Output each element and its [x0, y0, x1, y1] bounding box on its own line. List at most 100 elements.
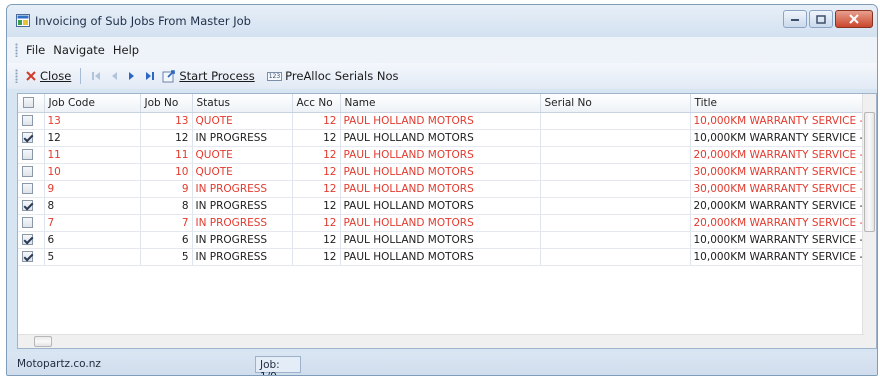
- cell-status[interactable]: IN PROGRESS: [192, 180, 293, 198]
- cell-job-no[interactable]: 7: [140, 214, 193, 232]
- cell-acc-no[interactable]: 12: [292, 146, 341, 164]
- cell-acc-no[interactable]: 12: [292, 214, 341, 232]
- table-row[interactable]: 12 12 IN PROGRESS 12 PAUL HOLLAND MOTORS 10,0…: [18, 129, 865, 147]
- cell-serial-no[interactable]: [540, 214, 691, 232]
- table-row[interactable]: 11 11 QUOTE 12 PAUL HOLLAND MOTORS 20,000KM W…: [18, 146, 865, 164]
- header-name[interactable]: Name: [340, 94, 541, 113]
- cell-job-code[interactable]: 10: [44, 163, 141, 181]
- jobs-grid[interactable]: Job Code Job No Status Acc No Name Seria…: [17, 93, 877, 349]
- menu-help[interactable]: Help: [109, 43, 143, 57]
- row-checkbox[interactable]: [22, 166, 33, 177]
- cell-job-no[interactable]: 6: [140, 231, 193, 249]
- cell-name[interactable]: PAUL HOLLAND MOTORS: [340, 214, 541, 232]
- table-row[interactable]: 5 5 IN PROGRESS 12 PAUL HOLLAND MOTORS 10,000…: [18, 248, 865, 266]
- row-select-cell[interactable]: [18, 180, 45, 198]
- cell-job-code[interactable]: 9: [44, 180, 141, 198]
- cell-acc-no[interactable]: 12: [292, 197, 341, 215]
- cell-title[interactable]: 20,000KM WARRANTY SERVICE - ...: [690, 146, 865, 164]
- cell-job-no[interactable]: 8: [140, 197, 193, 215]
- cell-title[interactable]: 20,000KM WARRANTY SERVICE - ...: [690, 214, 865, 232]
- cell-serial-no[interactable]: [540, 231, 691, 249]
- header-title[interactable]: Title: [690, 94, 865, 113]
- header-job-no[interactable]: Job No: [140, 94, 193, 113]
- cell-job-no[interactable]: 11: [140, 146, 193, 164]
- row-checkbox[interactable]: [22, 234, 33, 245]
- cell-status[interactable]: IN PROGRESS: [192, 214, 293, 232]
- cell-title[interactable]: 30,000KM WARRANTY SERVICE - ...: [690, 163, 865, 181]
- cell-status[interactable]: QUOTE: [192, 146, 293, 164]
- row-select-cell[interactable]: [18, 112, 45, 130]
- select-all-header[interactable]: [18, 94, 45, 113]
- maximize-button[interactable]: [809, 10, 833, 28]
- table-row[interactable]: 10 10 QUOTE 12 PAUL HOLLAND MOTORS 30,000KM W…: [18, 163, 865, 181]
- row-select-cell[interactable]: [18, 214, 45, 232]
- table-row[interactable]: 9 9 IN PROGRESS 12 PAUL HOLLAND MOTORS 30,000…: [18, 180, 865, 198]
- cell-acc-no[interactable]: 12: [292, 163, 341, 181]
- prev-record-button[interactable]: [105, 66, 123, 86]
- row-select-cell[interactable]: [18, 248, 45, 266]
- cell-name[interactable]: PAUL HOLLAND MOTORS: [340, 248, 541, 266]
- cell-job-code[interactable]: 5: [44, 248, 141, 266]
- row-checkbox[interactable]: [22, 115, 33, 126]
- cell-job-code[interactable]: 8: [44, 197, 141, 215]
- table-row[interactable]: 6 6 IN PROGRESS 12 PAUL HOLLAND MOTORS 10,000…: [18, 231, 865, 249]
- table-row[interactable]: 8 8 IN PROGRESS 12 PAUL HOLLAND MOTORS 20,000…: [18, 197, 865, 215]
- next-record-button[interactable]: [123, 66, 141, 86]
- cell-name[interactable]: PAUL HOLLAND MOTORS: [340, 180, 541, 198]
- cell-job-code[interactable]: 6: [44, 231, 141, 249]
- cell-serial-no[interactable]: [540, 129, 691, 147]
- row-checkbox[interactable]: [22, 183, 33, 194]
- cell-status[interactable]: IN PROGRESS: [192, 129, 293, 147]
- cell-status[interactable]: QUOTE: [192, 163, 293, 181]
- cell-title[interactable]: 10,000KM WARRANTY SERVICE - ...: [690, 112, 865, 130]
- row-checkbox[interactable]: [22, 217, 33, 228]
- cell-job-no[interactable]: 5: [140, 248, 193, 266]
- cell-acc-no[interactable]: 12: [292, 112, 341, 130]
- cell-name[interactable]: PAUL HOLLAND MOTORS: [340, 163, 541, 181]
- cell-name[interactable]: PAUL HOLLAND MOTORS: [340, 197, 541, 215]
- cell-serial-no[interactable]: [540, 146, 691, 164]
- cell-title[interactable]: 10,000KM WARRANTY SERVICE - ...: [690, 248, 865, 266]
- cell-status[interactable]: IN PROGRESS: [192, 248, 293, 266]
- cell-job-no[interactable]: 10: [140, 163, 193, 181]
- header-job-code[interactable]: Job Code: [44, 94, 141, 113]
- vertical-scroll-thumb[interactable]: [864, 112, 875, 232]
- header-status[interactable]: Status: [192, 94, 293, 113]
- cell-status[interactable]: IN PROGRESS: [192, 231, 293, 249]
- row-select-cell[interactable]: [18, 129, 45, 147]
- menu-file[interactable]: File: [22, 43, 49, 57]
- cell-status[interactable]: IN PROGRESS: [192, 197, 293, 215]
- row-select-cell[interactable]: [18, 197, 45, 215]
- vertical-scrollbar[interactable]: [862, 94, 876, 348]
- cell-acc-no[interactable]: 12: [292, 180, 341, 198]
- cell-name[interactable]: PAUL HOLLAND MOTORS: [340, 129, 541, 147]
- cell-name[interactable]: PAUL HOLLAND MOTORS: [340, 146, 541, 164]
- first-record-button[interactable]: [87, 66, 105, 86]
- cell-title[interactable]: 20,000KM WARRANTY SERVICE - ...: [690, 197, 865, 215]
- close-button[interactable]: Close: [22, 66, 74, 86]
- window-close-button[interactable]: [835, 10, 873, 28]
- row-checkbox[interactable]: [22, 149, 33, 160]
- horizontal-scrollbar[interactable]: [18, 334, 864, 348]
- menu-navigate[interactable]: Navigate: [49, 43, 109, 57]
- cell-job-code[interactable]: 13: [44, 112, 141, 130]
- cell-serial-no[interactable]: [540, 180, 691, 198]
- cell-status[interactable]: QUOTE: [192, 112, 293, 130]
- cell-name[interactable]: PAUL HOLLAND MOTORS: [340, 112, 541, 130]
- start-process-button[interactable]: Start Process: [159, 66, 257, 86]
- cell-acc-no[interactable]: 12: [292, 248, 341, 266]
- header-serial-no[interactable]: Serial No: [540, 94, 691, 113]
- header-acc-no[interactable]: Acc No: [292, 94, 341, 113]
- cell-acc-no[interactable]: 12: [292, 231, 341, 249]
- table-row[interactable]: 7 7 IN PROGRESS 12 PAUL HOLLAND MOTORS 20,000…: [18, 214, 865, 232]
- cell-title[interactable]: 10,000KM WARRANTY SERVICE - ...: [690, 231, 865, 249]
- select-all-checkbox[interactable]: [23, 97, 34, 109]
- cell-serial-no[interactable]: [540, 197, 691, 215]
- cell-job-no[interactable]: 12: [140, 129, 193, 147]
- cell-acc-no[interactable]: 12: [292, 129, 341, 147]
- cell-job-code[interactable]: 12: [44, 129, 141, 147]
- cell-serial-no[interactable]: [540, 248, 691, 266]
- row-select-cell[interactable]: [18, 231, 45, 249]
- cell-serial-no[interactable]: [540, 163, 691, 181]
- cell-job-no[interactable]: 13: [140, 112, 193, 130]
